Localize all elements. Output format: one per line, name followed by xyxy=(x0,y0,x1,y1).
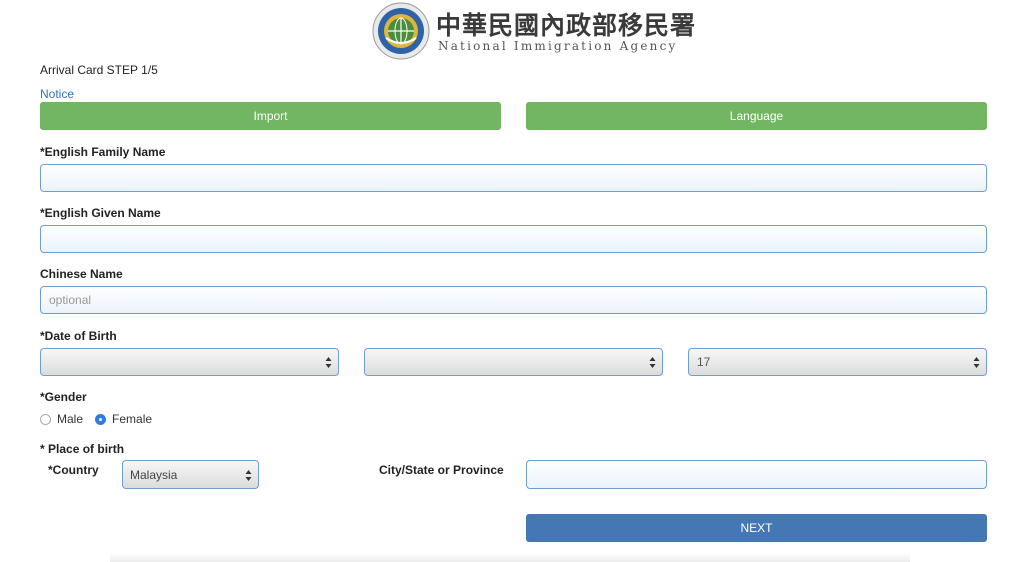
notice-link[interactable]: Notice xyxy=(40,87,74,101)
gender-female-label[interactable]: Female xyxy=(112,412,152,426)
chinese-name-input[interactable] xyxy=(40,286,987,314)
language-button[interactable]: Language xyxy=(526,102,987,130)
select-arrows-icon xyxy=(973,357,980,368)
agency-name-english: National Immigration Agency xyxy=(438,39,678,53)
country-label: *Country xyxy=(48,463,99,477)
bottom-shadow xyxy=(110,553,910,562)
import-button[interactable]: Import xyxy=(40,102,501,130)
gender-female-radio[interactable] xyxy=(95,413,107,425)
family-name-label: *English Family Name xyxy=(40,145,166,159)
family-name-input[interactable] xyxy=(40,164,987,192)
page-header: 中華民國內政部移民署 National Immigration Agency xyxy=(0,0,1024,62)
city-label: City/State or Province xyxy=(379,463,504,477)
gender-label: *Gender xyxy=(40,390,87,404)
national-immigration-agency-seal-icon xyxy=(372,2,430,60)
select-arrows-icon xyxy=(245,470,252,481)
agency-logo: 中華民國內政部移民署 National Immigration Agency xyxy=(372,2,695,60)
chinese-name-label: Chinese Name xyxy=(40,267,123,281)
place-of-birth-label: * Place of birth xyxy=(40,442,125,456)
dob-day-select[interactable]: 17 xyxy=(688,348,987,376)
dob-year-select[interactable] xyxy=(40,348,339,376)
gender-male-label[interactable]: Male xyxy=(57,412,83,426)
select-arrows-icon xyxy=(649,357,656,368)
step-indicator: Arrival Card STEP 1/5 xyxy=(40,63,158,77)
given-name-label: *English Given Name xyxy=(40,206,161,220)
country-value: Malaysia xyxy=(130,467,178,482)
agency-name-chinese: 中華民國內政部移民署 xyxy=(436,11,697,40)
next-button[interactable]: NEXT xyxy=(526,514,987,542)
dob-day-value: 17 xyxy=(697,355,711,369)
select-arrows-icon xyxy=(325,357,332,368)
country-select[interactable]: Malaysia xyxy=(122,460,259,489)
gender-radio-group: Male Female xyxy=(40,411,164,427)
gender-male-radio[interactable] xyxy=(40,413,51,425)
dob-month-select[interactable] xyxy=(364,348,663,376)
city-input[interactable] xyxy=(526,460,987,489)
given-name-input[interactable] xyxy=(40,225,987,253)
dob-label: *Date of Birth xyxy=(40,329,117,343)
